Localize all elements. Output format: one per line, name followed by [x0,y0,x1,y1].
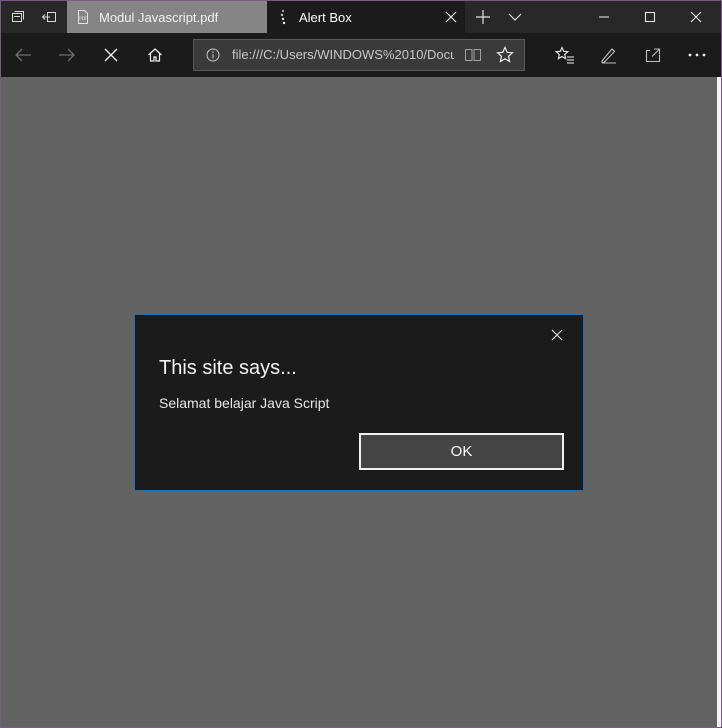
close-window-icon[interactable] [673,1,719,33]
title-bar: PDF Modul Javascript.pdf Alert Box [1,1,721,33]
background-window-edge [717,77,721,727]
navigation-bar: file:///C:/Users/WINDOWS%2010/Docu [1,33,721,77]
maximize-icon[interactable] [627,1,673,33]
tab-alert-box[interactable]: Alert Box [267,1,465,33]
tab-modul-javascript[interactable]: PDF Modul Javascript.pdf [67,1,267,33]
forward-arrow-icon[interactable] [45,33,89,77]
dialog-message: Selamat belajar Java Script [159,395,330,411]
loading-icon [267,9,299,25]
more-options-icon[interactable] [675,33,719,77]
url-text[interactable]: file:///C:/Users/WINDOWS%2010/Docu [232,40,454,70]
tab-label: Modul Javascript.pdf [99,9,219,25]
reading-view-icon[interactable] [464,47,482,68]
alert-dialog: This site says... Selamat belajar Java S… [134,314,584,491]
share-icon[interactable] [631,33,675,77]
close-tab-icon[interactable] [443,9,459,25]
svg-text:PDF: PDF [79,16,88,22]
tab-preview-chevron-icon[interactable] [499,1,531,33]
browser-window: PDF Modul Javascript.pdf Alert Box file:… [0,0,722,728]
ok-button[interactable]: OK [359,433,564,470]
pdf-icon: PDF [67,9,99,25]
set-tabs-aside-icon[interactable] [34,1,64,33]
web-note-pen-icon[interactable] [587,33,631,77]
tab-label: Alert Box [299,9,352,25]
dialog-close-icon[interactable] [545,323,569,347]
tab-set-aside-icon[interactable] [3,1,33,33]
back-arrow-icon[interactable] [1,33,45,77]
address-bar[interactable]: file:///C:/Users/WINDOWS%2010/Docu [193,39,525,71]
favorite-star-icon[interactable] [496,46,514,69]
stop-loading-icon[interactable] [89,33,133,77]
favorites-hub-icon[interactable] [543,33,587,77]
new-tab-icon[interactable] [467,1,499,33]
home-icon[interactable] [133,33,177,77]
minimize-icon[interactable] [581,1,627,33]
dialog-title: This site says... [159,357,297,379]
info-icon[interactable] [206,48,220,67]
